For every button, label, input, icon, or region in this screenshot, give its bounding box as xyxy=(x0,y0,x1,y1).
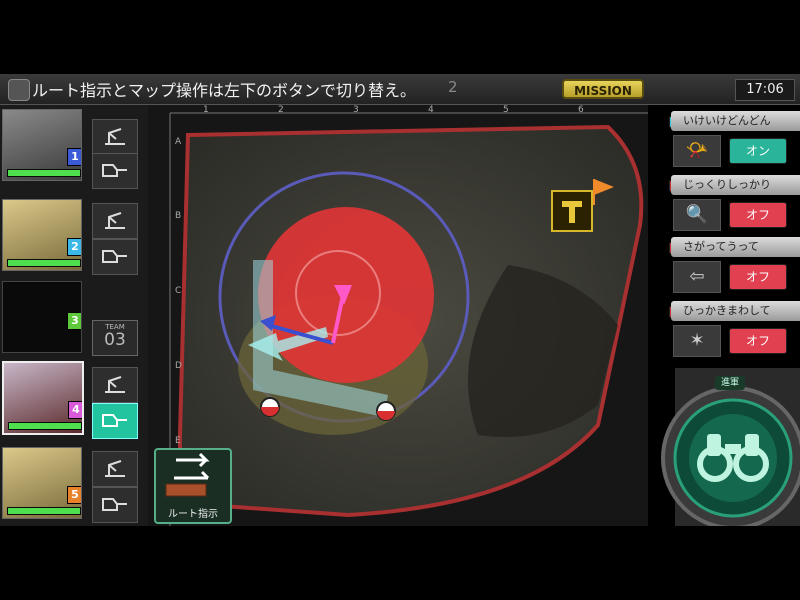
map-col-label: 3 xyxy=(353,105,359,115)
cannon-icon xyxy=(102,250,127,263)
unit-portrait[interactable]: 1 xyxy=(2,109,82,181)
build-command-button[interactable] xyxy=(92,119,138,155)
tactic-row-3: さがってうって ⇦ オフ xyxy=(665,237,800,295)
advance-label: 進軍 xyxy=(715,376,745,390)
route-mode-label: ルート指示 xyxy=(168,509,218,520)
map-col-label: 4 xyxy=(428,105,434,115)
retreat-icon: ⇦ xyxy=(673,261,721,293)
hp-bar xyxy=(8,422,82,430)
attack-command-button[interactable] xyxy=(92,153,138,189)
magnifier-icon: 🔍 xyxy=(673,199,721,231)
unit-portrait[interactable]: 2 xyxy=(2,199,82,271)
build-command-button[interactable] xyxy=(92,451,138,487)
unit-portrait[interactable]: 5 xyxy=(2,447,82,519)
hint-page-number: 2 xyxy=(448,78,458,96)
unit-number-badge: 3 xyxy=(67,312,81,330)
hint-text: ルート指示とマップ操作は左下のボタンで切り替え。 xyxy=(32,81,417,100)
unit-portrait-selected[interactable]: 4 xyxy=(2,361,84,435)
tactic-toggle[interactable]: オン xyxy=(729,138,787,164)
tactic-name: ひっかきまわして xyxy=(671,301,800,321)
map-col-label: 6 xyxy=(578,105,584,115)
cannon-icon xyxy=(102,164,127,177)
map-row-label: B xyxy=(175,211,182,221)
clock: 17:06 xyxy=(735,79,795,101)
attack-command-button[interactable] xyxy=(92,487,138,523)
letterbox-bottom xyxy=(0,526,800,600)
tactic-row-4: ひっかきまわして ✶ オフ xyxy=(665,301,800,359)
unit-portrait[interactable]: 3 xyxy=(2,281,82,353)
route-icon xyxy=(165,452,210,497)
crane-icon xyxy=(105,376,125,393)
map-col-label: 1 xyxy=(203,105,209,115)
horn-icon: 📯 xyxy=(673,135,721,167)
cannon-icon xyxy=(102,498,127,511)
unit-roster: 1 2 3 TEAM 03 4 5 xyxy=(0,105,148,526)
crane-icon xyxy=(105,212,125,229)
unit-slot-5[interactable]: 5 xyxy=(0,443,148,523)
unit-number-badge: 5 xyxy=(67,486,81,504)
tactic-row-2: じっくりしっかり 🔍 オフ xyxy=(665,175,800,233)
unit-slot-4[interactable]: 4 xyxy=(0,357,148,439)
map-row-label: A xyxy=(175,137,182,147)
unit-slot-2[interactable]: 2 xyxy=(0,195,148,275)
hint-icon xyxy=(8,79,30,101)
letterbox-top xyxy=(0,0,800,74)
map-col-label: 5 xyxy=(503,105,509,115)
route-mode-button[interactable]: ルート指示 xyxy=(154,448,232,524)
tactic-name: じっくりしっかり xyxy=(671,175,800,195)
unit-number-badge: 4 xyxy=(68,401,82,419)
cannon-icon xyxy=(102,414,127,427)
crane-icon xyxy=(105,128,125,145)
mission-button[interactable]: MISSION xyxy=(562,79,644,99)
build-command-button[interactable] xyxy=(92,203,138,239)
attack-command-button-active[interactable] xyxy=(92,403,138,439)
crane-icon xyxy=(105,460,125,477)
attack-command-button[interactable] xyxy=(92,239,138,275)
tactic-row-1: いけいけどんどん 📯 オン xyxy=(665,111,800,169)
tactic-toggle[interactable]: オフ xyxy=(729,202,787,228)
unit-number-badge: 1 xyxy=(67,148,81,166)
tactic-toggle[interactable]: オフ xyxy=(729,264,787,290)
team-tag: TEAM 03 xyxy=(92,320,138,356)
scramble-icon: ✶ xyxy=(673,325,721,357)
hp-bar xyxy=(7,259,81,267)
map-col-label: 2 xyxy=(278,105,284,115)
tactic-name: さがってうって xyxy=(671,237,800,257)
map-row-label: C xyxy=(175,286,182,296)
hp-bar xyxy=(7,507,81,515)
map-row-label: E xyxy=(175,436,181,446)
tactic-name: いけいけどんどん xyxy=(671,111,800,131)
hp-bar xyxy=(7,169,81,177)
tactic-toggle[interactable]: オフ xyxy=(729,328,787,354)
map-row-label: D xyxy=(175,361,182,371)
hint-bar: ルート指示とマップ操作は左下のボタンで切り替え。 2 xyxy=(0,74,800,105)
advance-control: 進軍 xyxy=(655,368,800,526)
build-command-button[interactable] xyxy=(92,367,138,403)
unit-number-badge: 2 xyxy=(67,238,81,256)
